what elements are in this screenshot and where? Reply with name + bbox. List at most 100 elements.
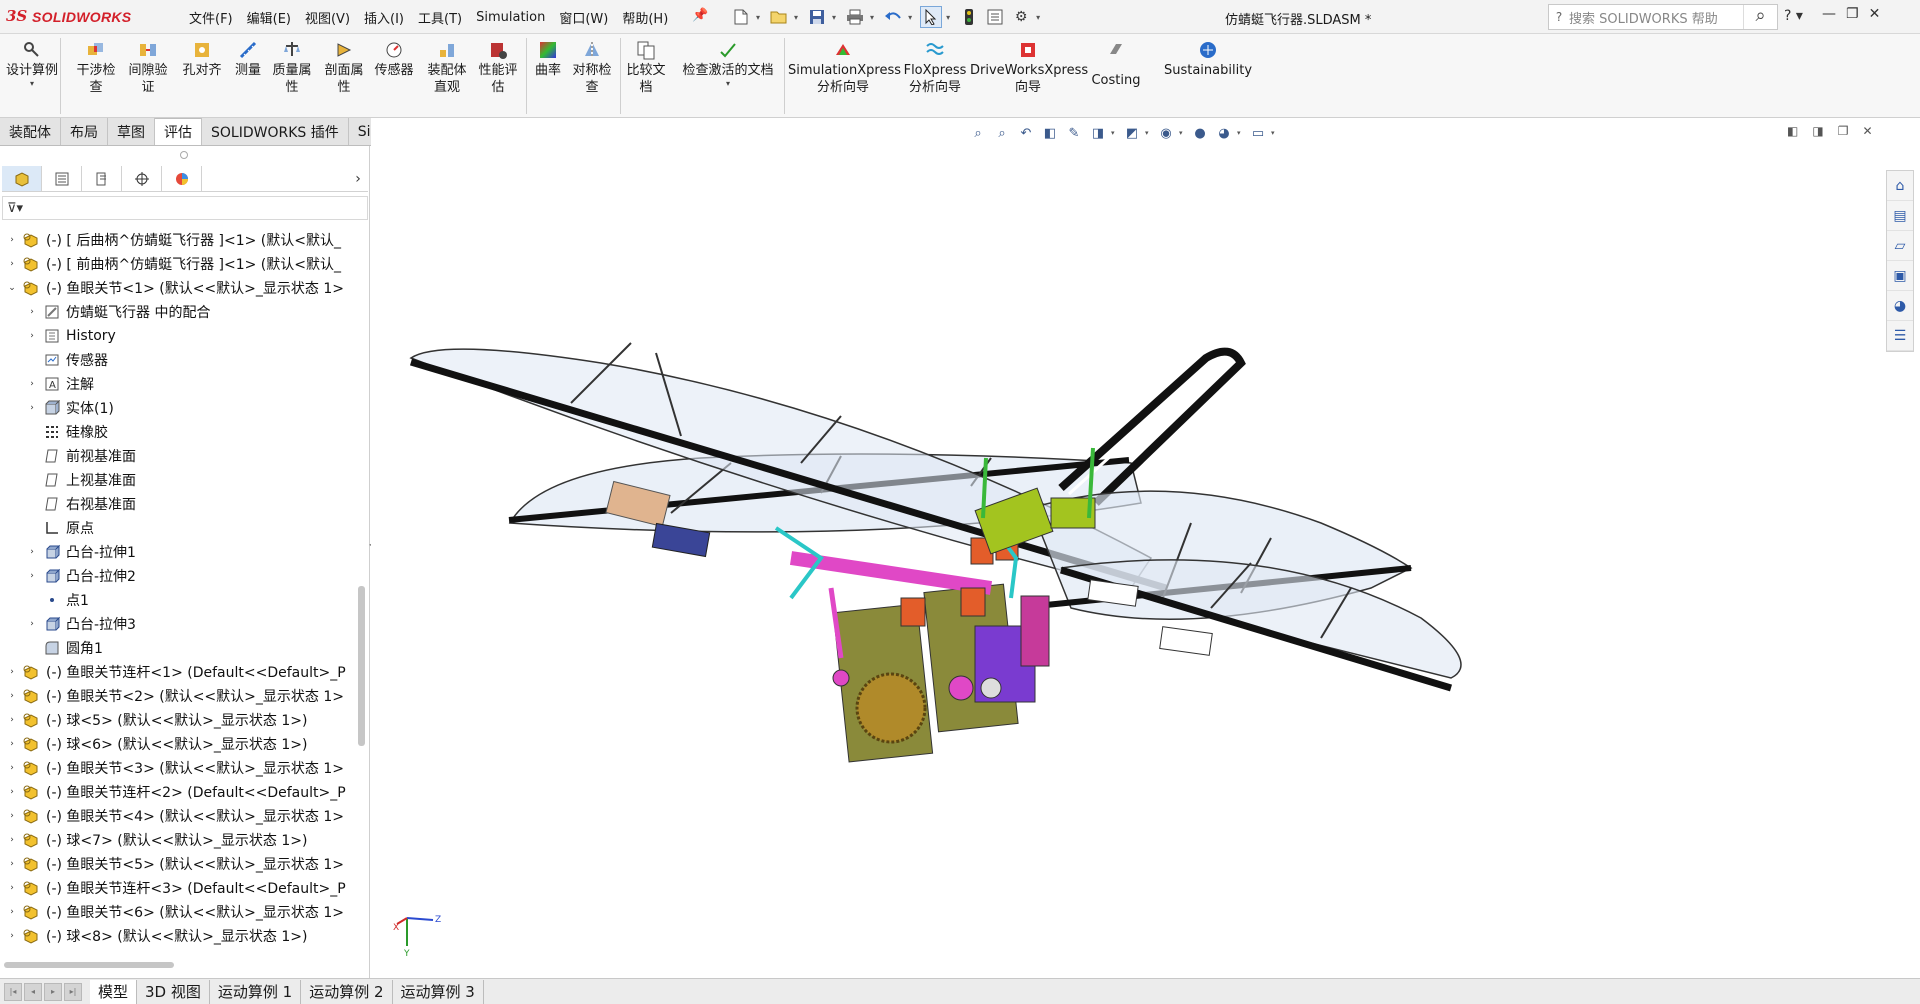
close-icon[interactable]: ✕ — [1869, 6, 1881, 22]
expand-toggle-icon[interactable]: › — [26, 547, 38, 557]
expand-toggle-icon[interactable]: › — [26, 619, 38, 629]
menu-edit[interactable]: 编辑(E) — [240, 8, 298, 27]
select-dropdown-icon[interactable]: ▾ — [946, 13, 950, 22]
expand-toggle-icon[interactable]: › — [26, 331, 38, 341]
tree-item[interactable]: › History — [26, 324, 116, 348]
tree-item[interactable]: 点1 — [26, 588, 89, 612]
design-study-button[interactable]: 设计算例 ▾ — [6, 40, 58, 89]
tree-item[interactable]: › 实体(1) — [26, 396, 114, 420]
section-properties-button[interactable]: 剖面属性 — [322, 40, 366, 96]
clearance-check-button[interactable]: 间隙验证 — [126, 40, 170, 96]
print-dropdown-icon[interactable]: ▾ — [870, 13, 874, 22]
dimxpert-manager-tab-icon[interactable] — [122, 166, 162, 191]
floxpress-button[interactable]: FloXpress 分析向导 — [900, 40, 970, 96]
expand-toggle-icon[interactable]: › — [6, 883, 18, 893]
expand-toggle-icon[interactable]: › — [26, 571, 38, 581]
tree-item[interactable]: › 凸台-拉伸3 — [26, 612, 136, 636]
tree-item[interactable]: 原点 — [26, 516, 94, 540]
check-doc-dropdown-icon[interactable]: ▾ — [726, 79, 730, 89]
expand-toggle-icon[interactable]: › — [26, 403, 38, 413]
options-dropdown-icon[interactable]: ▾ — [1036, 13, 1040, 22]
check-active-document-button[interactable]: 检查激活的文档 ▾ — [676, 40, 780, 89]
measure-button[interactable]: 测量 — [230, 40, 266, 79]
expand-toggle-icon[interactable]: › — [6, 787, 18, 797]
new-document-icon[interactable] — [730, 6, 752, 28]
expand-toggle-icon[interactable]: ⌄ — [6, 283, 18, 293]
driveworksxpress-button[interactable]: DriveWorksXpress 向导 — [970, 40, 1088, 96]
tree-item[interactable]: › A 注解 — [26, 372, 94, 396]
performance-evaluation-button[interactable]: 性能评估 — [476, 40, 520, 96]
design-study-dropdown-icon[interactable]: ▾ — [30, 79, 34, 89]
select-icon[interactable] — [920, 6, 943, 28]
next-tab-icon[interactable]: ▸ — [44, 982, 62, 1001]
tree-item[interactable]: › (-) 鱼眼关节<2> (默认<<默认>_显示状态 1> — [6, 684, 344, 708]
tree-item[interactable]: › (-) [ 后曲柄^仿蜻蜓飞行器 ]<1> (默认<默认_ — [6, 228, 341, 252]
help-question-icon[interactable]: ? ▾ — [1784, 8, 1803, 24]
save-dropdown-icon[interactable]: ▾ — [832, 13, 836, 22]
save-icon[interactable] — [806, 6, 828, 28]
expand-toggle-icon[interactable]: › — [26, 379, 38, 389]
tree-item[interactable]: 圆角1 — [26, 636, 103, 660]
tree-item[interactable]: › 凸台-拉伸1 — [26, 540, 136, 564]
tree-item[interactable]: › (-) 球<8> (默认<<默认>_显示状态 1>) — [6, 924, 307, 948]
menu-window[interactable]: 窗口(W) — [552, 8, 615, 27]
tree-item[interactable]: › (-) 球<6> (默认<<默认>_显示状态 1>) — [6, 732, 307, 756]
tab-3d-view[interactable]: 3D 视图 — [137, 979, 210, 1004]
tree-item[interactable]: › (-) 球<5> (默认<<默认>_显示状态 1>) — [6, 708, 307, 732]
file-properties-icon[interactable] — [984, 6, 1006, 28]
feature-manager-tab-icon[interactable] — [2, 166, 42, 191]
sensor-button[interactable]: 传感器 — [370, 40, 418, 79]
print-icon[interactable] — [844, 6, 866, 28]
graphics-area[interactable]: ⌕ ⌕ ↶ ◧ ✎ ◨ ▾ ◩ ▾ ◉ ▾ ● ◕ ▾ ▭ ▾ ◧ ◨ ❐ ✕ ⌂ ▤ ▱… — [371, 118, 1920, 978]
display-manager-tab-icon[interactable] — [162, 166, 202, 191]
tree-item[interactable]: 传感器 — [26, 348, 108, 372]
menu-tools[interactable]: 工具(T) — [411, 8, 469, 27]
menu-view[interactable]: 视图(V) — [298, 8, 357, 27]
panel-splitter-handle[interactable] — [180, 151, 188, 159]
search-input[interactable]: 搜索 SOLIDWORKS 帮助 — [1569, 8, 1743, 27]
solidworks-logo[interactable]: 3S SOLIDWORKS — [6, 5, 131, 29]
tree-item[interactable]: › (-) 球<7> (默认<<默认>_显示状态 1>) — [6, 828, 307, 852]
tree-vertical-scrollbar[interactable] — [358, 586, 365, 746]
expand-toggle-icon[interactable]: › — [26, 307, 38, 317]
tree-item[interactable]: › (-) 鱼眼关节连杆<2> (Default<<Default>_P — [6, 780, 345, 804]
sustainability-button[interactable]: Sustainability — [1162, 40, 1254, 79]
undo-icon[interactable] — [882, 6, 904, 28]
tree-item[interactable]: › (-) 鱼眼关节连杆<1> (Default<<Default>_P — [6, 660, 345, 684]
expand-toggle-icon[interactable]: › — [6, 931, 18, 941]
tab-assembly[interactable]: 装配体 — [0, 118, 61, 145]
tree-item[interactable]: › 凸台-拉伸2 — [26, 564, 136, 588]
restore-icon[interactable]: ❐ — [1846, 6, 1859, 22]
pin-menu-icon[interactable]: 📌 — [692, 8, 708, 23]
interference-check-button[interactable]: 干涉检查 — [74, 40, 118, 96]
expand-toggle-icon[interactable]: › — [6, 811, 18, 821]
options-gear-icon[interactable]: ⚙ — [1010, 6, 1032, 28]
simulationxpress-button[interactable]: SimulationXpress 分析向导 — [788, 40, 901, 96]
open-dropdown-icon[interactable]: ▾ — [794, 13, 798, 22]
tree-filter[interactable]: ⊽▾ — [2, 196, 368, 220]
tree-item[interactable]: › (-) 鱼眼关节<3> (默认<<默认>_显示状态 1> — [6, 756, 344, 780]
tree-item[interactable]: 硅橡胶 — [26, 420, 108, 444]
menu-insert[interactable]: 插入(I) — [357, 8, 411, 27]
tree-item[interactable]: 右视基准面 — [26, 492, 136, 516]
curvature-button[interactable]: 曲率 — [530, 40, 566, 79]
tree-item[interactable]: › (-) 鱼眼关节连杆<3> (Default<<Default>_P — [6, 876, 345, 900]
configuration-manager-tab-icon[interactable] — [82, 166, 122, 191]
front-right-wing[interactable] — [1059, 559, 1462, 692]
tab-solidworks-addins[interactable]: SOLIDWORKS 插件 — [202, 118, 349, 145]
expand-toggle-icon[interactable]: › — [6, 691, 18, 701]
expand-toggle-icon[interactable]: › — [6, 715, 18, 725]
tree-item[interactable]: ⌄ (-) 鱼眼关节<1> (默认<<默认>_显示状态 1> — [6, 276, 344, 300]
expand-toggle-icon[interactable]: › — [6, 907, 18, 917]
tab-model[interactable]: 模型 — [90, 979, 138, 1004]
minimize-icon[interactable]: — — [1822, 6, 1836, 22]
tree-item[interactable]: › (-) 鱼眼关节<4> (默认<<默认>_显示状态 1> — [6, 804, 344, 828]
tree-item[interactable]: 上视基准面 — [26, 468, 136, 492]
expand-toggle-icon[interactable]: › — [6, 667, 18, 677]
tree-horizontal-scrollbar[interactable] — [4, 962, 174, 968]
tree-item[interactable]: › (-) 鱼眼关节<6> (默认<<默认>_显示状态 1> — [6, 900, 344, 924]
rebuild-icon[interactable] — [958, 6, 980, 28]
tab-sketch[interactable]: 草图 — [108, 118, 155, 145]
tab-layout[interactable]: 布局 — [61, 118, 108, 145]
tree-item[interactable]: › (-) 鱼眼关节<5> (默认<<默认>_显示状态 1> — [6, 852, 344, 876]
